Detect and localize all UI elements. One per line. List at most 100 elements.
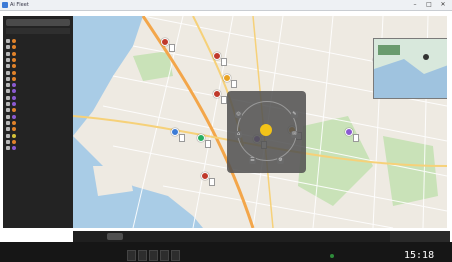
vehicle-list-item[interactable] — [6, 139, 70, 145]
toolbar-button-6[interactable] — [217, 233, 237, 240]
vehicle-marker-icon[interactable] — [345, 128, 353, 136]
home-button[interactable]: ⌂ — [235, 131, 242, 138]
vehicle-marker-label[interactable] — [209, 178, 215, 186]
minimize-button[interactable]: – — [410, 1, 420, 8]
vehicle-marker-label[interactable] — [205, 140, 211, 148]
vehicle-list-item[interactable] — [6, 120, 70, 126]
vehicle-icon — [6, 114, 10, 119]
toolbar-button-7[interactable] — [273, 233, 303, 240]
tab-all[interactable] — [6, 28, 27, 34]
vehicle-icon — [6, 39, 10, 43]
vehicle-list-item[interactable] — [6, 95, 70, 101]
vehicle-icon — [6, 57, 10, 62]
vehicle-marker-label[interactable] — [353, 134, 359, 142]
clock-display: 15:18 — [404, 250, 435, 261]
vehicle-marker-label[interactable] — [179, 134, 185, 142]
vehicle-list-item[interactable] — [6, 88, 70, 94]
vehicle-list-item[interactable] — [6, 101, 70, 107]
vehicle-list-tabs — [6, 28, 70, 34]
vehicle-icon — [6, 64, 10, 69]
pier — [93, 166, 133, 196]
vehicle-icon — [6, 83, 10, 88]
status-indicator-icon — [330, 254, 334, 258]
toolbar-button-3[interactable] — [151, 233, 167, 240]
vehicle-list-item[interactable] — [6, 70, 70, 76]
status-dot-icon — [12, 39, 16, 43]
vehicle-icon — [6, 127, 10, 132]
toolbar-button-2[interactable] — [129, 233, 145, 240]
status-dot-icon — [12, 102, 16, 106]
menu-button[interactable]: ☰ — [249, 157, 256, 164]
counter-digit — [160, 250, 169, 261]
tab-offline[interactable] — [48, 28, 69, 34]
counter-digit — [127, 250, 136, 261]
vehicle-list-item[interactable] — [6, 76, 70, 82]
window-title: Ai Fleet — [10, 2, 29, 8]
vehicle-marker-icon[interactable] — [161, 38, 169, 46]
vehicle-marker-icon[interactable] — [171, 128, 179, 136]
vehicle-marker-icon[interactable] — [201, 172, 209, 180]
settings-button[interactable]: ⚙ — [277, 157, 284, 164]
toolbar-button-1[interactable] — [107, 233, 123, 240]
message-button[interactable]: ✉ — [291, 131, 298, 138]
vehicle-list-item[interactable] — [6, 114, 70, 120]
vehicle-marker-icon[interactable] — [223, 74, 231, 82]
park-area — [383, 136, 438, 206]
vehicle-icon — [6, 89, 10, 94]
vehicle-list-item[interactable] — [6, 51, 70, 57]
vehicle-icon — [6, 45, 10, 50]
vehicle-list-item[interactable] — [6, 126, 70, 132]
status-dot-icon — [12, 70, 16, 75]
vehicle-list-item[interactable] — [6, 145, 70, 151]
vehicle-icon — [6, 70, 10, 75]
vehicle-list-item[interactable] — [6, 82, 70, 88]
maximize-button[interactable]: □ — [424, 1, 434, 8]
vehicle-list-item[interactable] — [6, 57, 70, 63]
vehicle-detail-popup[interactable]: ◎ ✎ ⌂ ✉ ☰ ⚙ — [227, 91, 306, 173]
vehicle-list-item[interactable] — [6, 63, 70, 69]
status-dot-icon — [12, 76, 16, 81]
vehicle-icon — [6, 102, 10, 106]
counter-digit — [138, 250, 147, 261]
status-dot-icon — [12, 139, 16, 144]
counter-digit — [149, 250, 158, 261]
toolbar-button-5[interactable] — [195, 233, 211, 240]
minimap-panel[interactable] — [373, 38, 447, 99]
edit-button[interactable]: ✎ — [291, 111, 298, 118]
status-dot-icon — [12, 57, 16, 62]
vehicle-list-header — [6, 19, 70, 26]
tab-online[interactable] — [27, 28, 48, 34]
status-dot-icon — [12, 45, 16, 50]
vehicle-list-item[interactable] — [6, 133, 70, 139]
vehicle-marker-label[interactable] — [231, 80, 237, 88]
vehicle-marker-label[interactable] — [169, 44, 175, 52]
park-area — [133, 51, 173, 81]
vehicle-marker-icon[interactable] — [213, 90, 221, 98]
system-status-panel[interactable] — [390, 231, 450, 242]
vehicle-heading-icon[interactable] — [260, 124, 272, 136]
vehicle-marker-icon[interactable] — [213, 52, 221, 60]
window-titlebar: Ai Fleet – □ ✕ — [0, 0, 452, 11]
vehicle-list-item[interactable] — [6, 38, 70, 44]
status-dot-icon — [12, 64, 16, 69]
vehicle-list-panel — [3, 16, 73, 228]
status-dot-icon — [12, 120, 16, 125]
vehicle-icon — [6, 51, 10, 56]
status-dot-icon — [12, 95, 16, 100]
status-dot-icon — [12, 89, 16, 94]
vehicle-icon — [6, 76, 10, 81]
vehicle-icon — [6, 120, 10, 125]
vehicle-icon — [6, 108, 10, 113]
vehicle-list-item[interactable] — [6, 44, 70, 50]
counter-digit — [171, 250, 180, 261]
bottom-status-bar: 15:18 — [0, 242, 452, 262]
status-dot-icon — [12, 127, 16, 132]
toolbar-button-4[interactable] — [173, 233, 189, 240]
water-body — [73, 16, 143, 136]
locate-button[interactable]: ◎ — [235, 111, 242, 118]
vehicle-list-item[interactable] — [6, 107, 70, 113]
vehicle-icon — [6, 95, 10, 100]
vehicle-marker-label[interactable] — [221, 58, 227, 66]
close-button[interactable]: ✕ — [438, 1, 448, 8]
vehicle-marker-icon[interactable] — [197, 134, 205, 142]
